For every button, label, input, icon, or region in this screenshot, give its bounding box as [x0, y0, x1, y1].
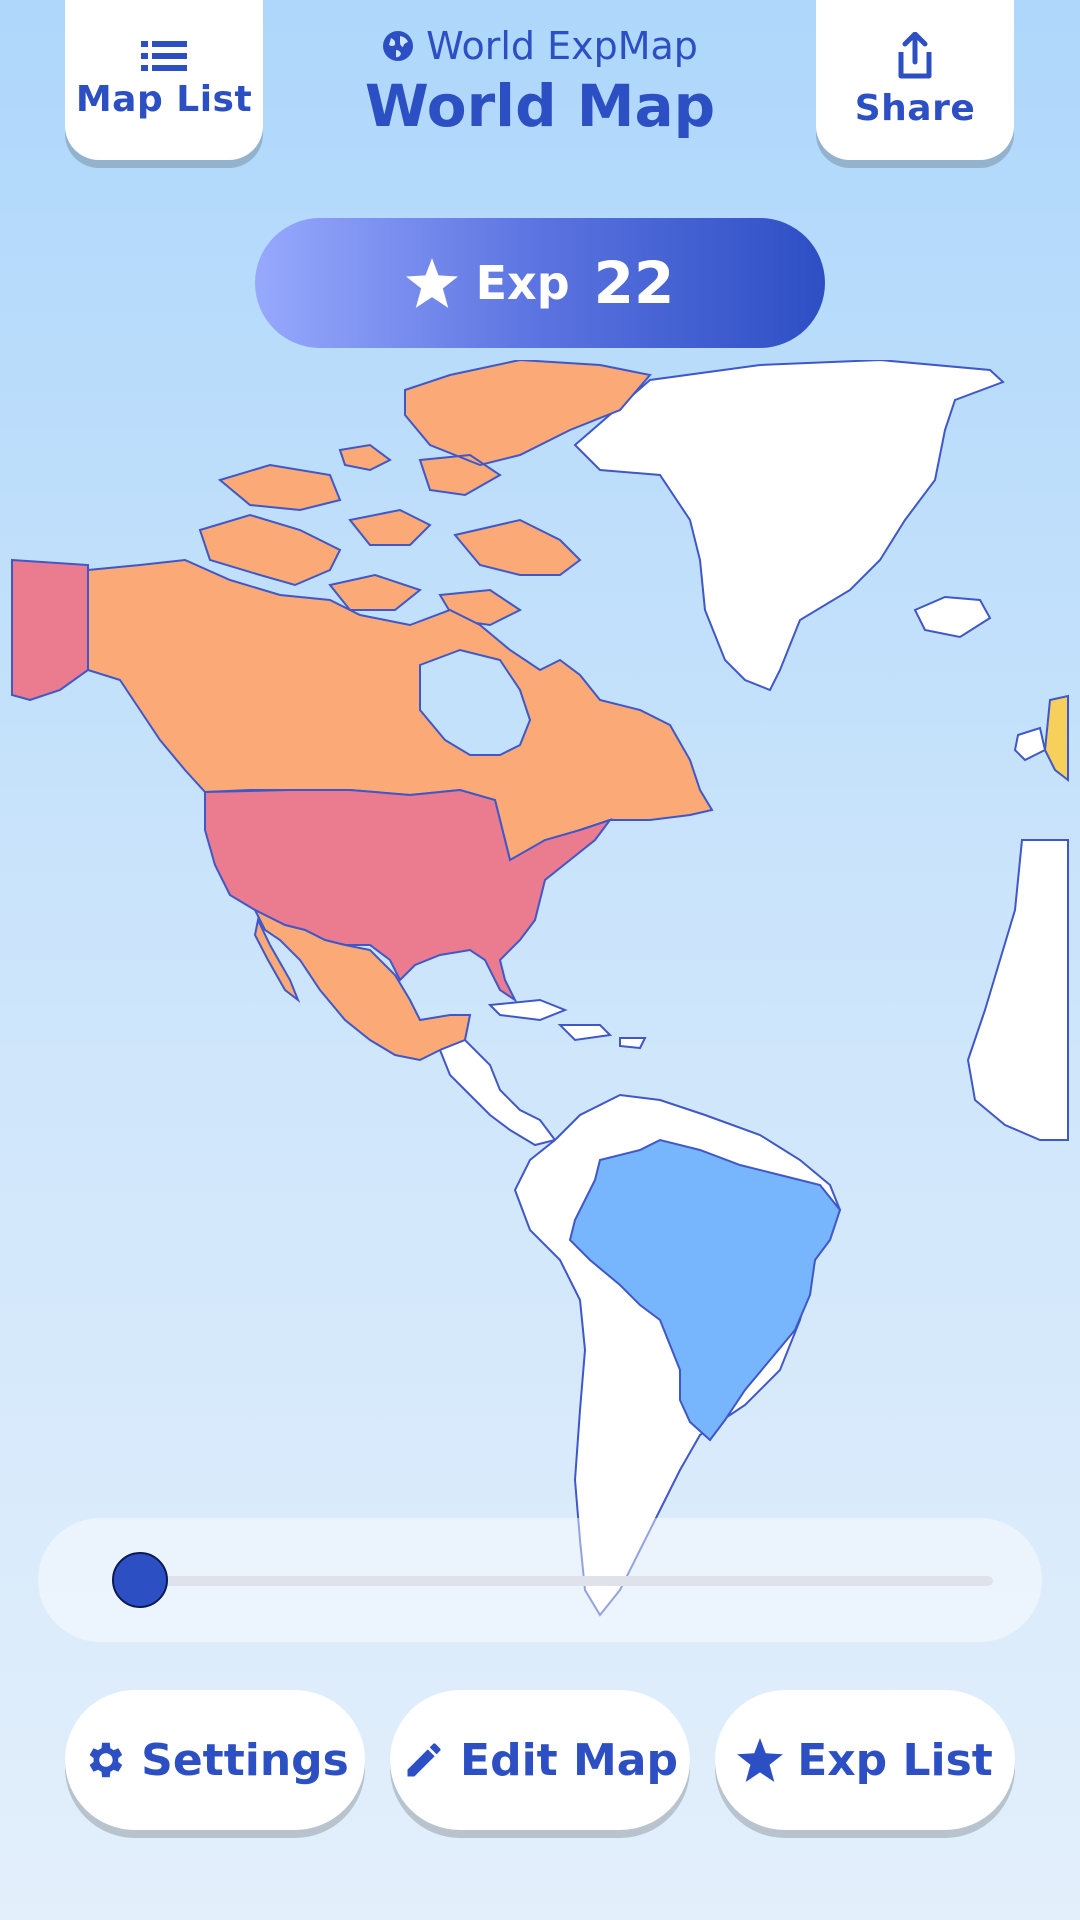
share-icon: [898, 31, 932, 78]
slider-thumb[interactable]: [112, 1552, 168, 1608]
exp-list-button[interactable]: Exp List: [715, 1690, 1015, 1830]
country-canada-islands[interactable]: [198, 360, 652, 627]
world-map[interactable]: [0, 360, 1080, 1660]
region-ireland[interactable]: [1013, 726, 1047, 762]
header: World ExpMap World Map: [290, 24, 790, 140]
edit-map-button[interactable]: Edit Map: [390, 1690, 690, 1830]
region-africa-west[interactable]: [966, 839, 1069, 1141]
settings-button[interactable]: Settings: [65, 1690, 365, 1830]
star-icon: [405, 258, 458, 308]
app-name: World ExpMap: [426, 24, 698, 68]
settings-label: Settings: [141, 1734, 349, 1786]
exp-value: 22: [593, 249, 675, 317]
region-caribbean[interactable]: [487, 998, 647, 1050]
region-uk[interactable]: [1043, 694, 1069, 783]
exp-list-label: Exp List: [797, 1734, 993, 1786]
page-title: World Map: [364, 72, 716, 140]
globe-icon: [383, 31, 414, 61]
pencil-icon: [407, 1743, 441, 1777]
star-icon: [737, 1738, 784, 1782]
share-button[interactable]: Share: [816, 0, 1014, 160]
slider-track[interactable]: [138, 1576, 993, 1586]
time-slider-panel: [38, 1518, 1042, 1642]
share-label: Share: [854, 87, 976, 129]
map-list-label: Map List: [75, 78, 253, 120]
edit-map-label: Edit Map: [460, 1734, 678, 1786]
app-name-row: World ExpMap: [290, 24, 790, 68]
list-icon: [141, 40, 187, 71]
map-list-button[interactable]: Map List: [65, 0, 263, 160]
country-greenland[interactable]: [573, 360, 1005, 692]
gear-icon: [89, 1742, 123, 1778]
region-central-america[interactable]: [438, 1038, 557, 1147]
exp-label: Exp: [475, 256, 570, 310]
country-iceland[interactable]: [913, 595, 992, 639]
exp-score-pill: Exp 22: [255, 218, 825, 348]
country-alaska[interactable]: [11, 558, 89, 702]
